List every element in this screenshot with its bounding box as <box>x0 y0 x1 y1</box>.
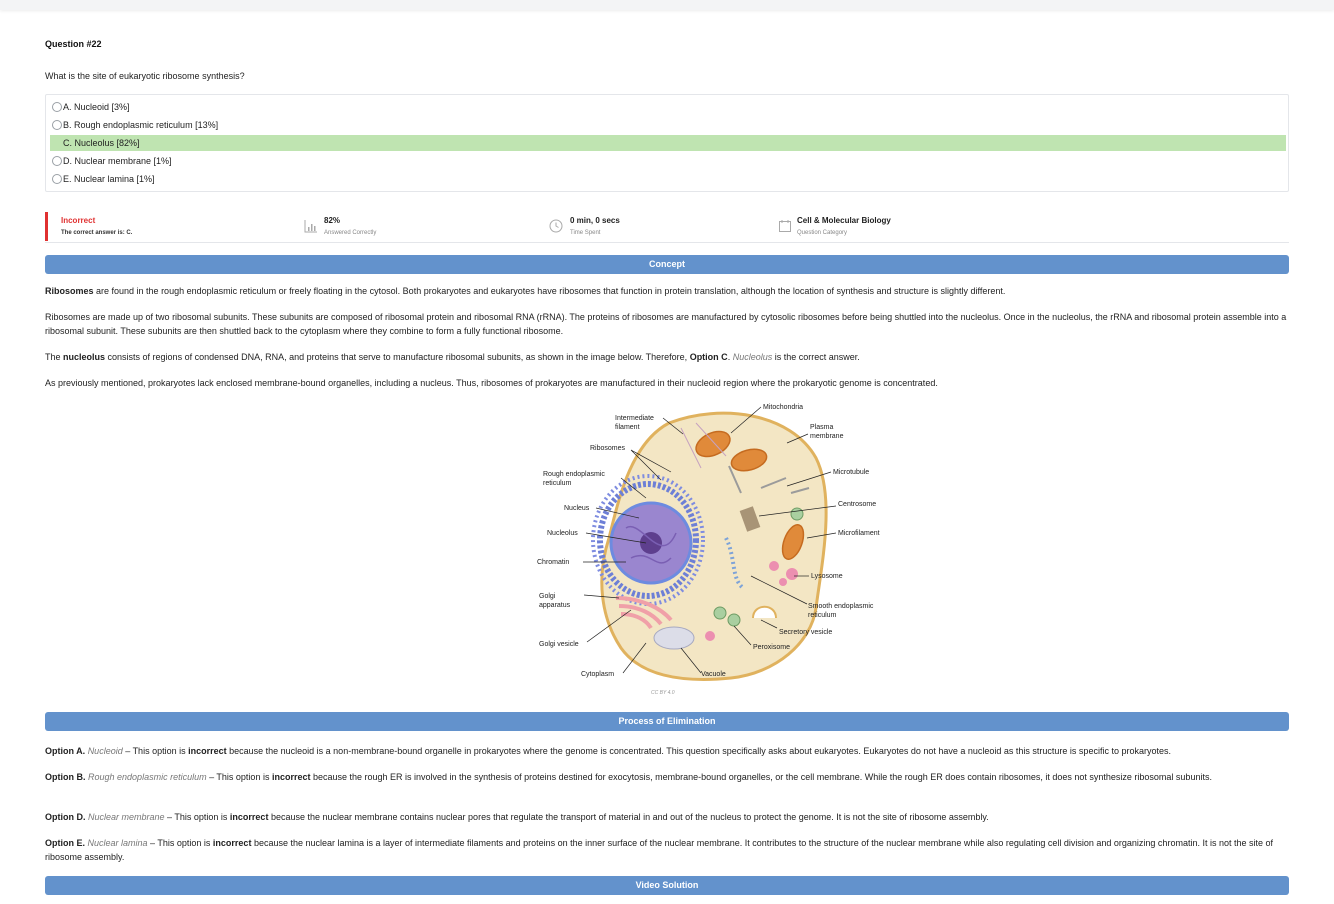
option-term: Rough endoplasmic reticulum <box>88 772 207 782</box>
incorrect-indicator <box>45 212 48 241</box>
concept-paragraph-1: Ribosomes are found in the rough endopla… <box>45 284 1289 298</box>
text: – This option is <box>147 838 213 848</box>
option-label: D. Nuclear membrane [1%] <box>63 156 172 166</box>
text: because the nuclear membrane contains nu… <box>268 812 989 822</box>
calendar-icon <box>779 220 791 232</box>
question-text: What is the site of eukaryotic ribosome … <box>45 71 245 81</box>
label-golgi-vesicle: Golgi vesicle <box>539 641 579 648</box>
label-rough-er-2: reticulum <box>543 480 572 487</box>
eukaryotic-cell-diagram: Mitochondria Intermediate filament Plasm… <box>537 404 880 681</box>
text: because the rough ER is involved in the … <box>310 772 1212 782</box>
option-label: Option E. <box>45 838 85 848</box>
answer-term: Nucleolus <box>732 352 773 362</box>
text: are found in the rough endoplasmic retic… <box>93 286 1006 296</box>
label-nucleolus: Nucleolus <box>547 530 578 537</box>
answer-options: A. Nucleoid [3%] B. Rough endoplasmic re… <box>45 94 1289 192</box>
label-cytoplasm: Cytoplasm <box>581 671 614 678</box>
text: – This option is <box>164 812 230 822</box>
option-label: E. Nuclear lamina [1%] <box>63 174 155 184</box>
ribosomes-term: Ribosomes <box>45 286 94 296</box>
option-label: Option B. <box>45 772 86 782</box>
label-intermediate-filament: Intermediate <box>615 415 654 422</box>
label-golgi-apparatus-2: apparatus <box>539 602 571 609</box>
label-centrosome: Centrosome <box>838 501 876 508</box>
option-e[interactable]: E. Nuclear lamina [1%] <box>50 171 1286 187</box>
text: – This option is <box>122 746 189 756</box>
text: The <box>45 352 64 362</box>
label-ribosomes: Ribosomes <box>590 445 626 452</box>
concept-heading[interactable]: Concept <box>45 255 1289 274</box>
concept-paragraph-2: Ribosomes are made up of two ribosomal s… <box>45 312 1287 336</box>
label-smooth-er-2: reticulum <box>808 612 837 619</box>
label-vacuole: Vacuole <box>701 671 726 678</box>
result-stats: Incorrect The correct answer is: C. 82% … <box>45 212 1289 243</box>
label-plasma-membrane: Plasma <box>810 424 833 431</box>
concept-paragraph-3: The nucleolus consists of regions of con… <box>45 350 1289 364</box>
option-label: Option A. <box>45 746 86 756</box>
time-label: Time Spent <box>570 230 601 236</box>
question-category: Cell & Molecular Biology <box>797 216 891 225</box>
label-intermediate-filament-2: filament <box>615 424 640 431</box>
text: consists of regions of condensed DNA, RN… <box>105 352 690 362</box>
option-label: A. Nucleoid [3%] <box>63 102 130 112</box>
question-number: Question #22 <box>45 39 102 49</box>
verdict: incorrect <box>212 838 252 848</box>
category-label: Question Category <box>797 230 848 236</box>
option-term: Nuclear lamina <box>87 838 148 848</box>
elimination-option-a: Option A. Nucleoid – This option is inco… <box>45 744 1289 758</box>
video-solution-heading[interactable]: Video Solution <box>45 876 1289 895</box>
correct-answer-note: The correct answer is: C. <box>61 230 133 236</box>
verdict: incorrect <box>188 746 227 756</box>
elimination-option-b: Option B. Rough endoplasmic reticulum – … <box>45 770 1289 784</box>
radio-button[interactable] <box>52 102 62 112</box>
verdict: incorrect <box>271 772 311 782</box>
radio-button[interactable] <box>52 156 62 166</box>
label-smooth-er: Smooth endoplasmic <box>808 603 874 610</box>
option-a[interactable]: A. Nucleoid [3%] <box>50 99 1286 115</box>
label-rough-er: Rough endoplasmic <box>543 471 605 478</box>
label-microtubule: Microtubule <box>833 469 869 476</box>
result-status: Incorrect <box>61 216 96 225</box>
label-mitochondria: Mitochondria <box>763 404 803 411</box>
label-secretory-vesicle: Secretory vesicle <box>779 629 832 636</box>
percent-label: Answered Correctly <box>324 230 377 236</box>
label-microfilament: Microfilament <box>838 530 880 537</box>
text: is the correct answer. <box>772 352 860 362</box>
nucleolus-term: nucleolus <box>63 352 106 362</box>
option-label: Option D. <box>45 812 86 822</box>
option-c-correct[interactable]: C. Nucleolus [82%] <box>50 135 1286 151</box>
bar-chart-icon <box>304 220 317 233</box>
elimination-heading[interactable]: Process of Elimination <box>45 712 1289 731</box>
option-label: B. Rough endoplasmic reticulum [13%] <box>63 120 219 130</box>
label-nucleus: Nucleus <box>564 505 590 512</box>
radio-button[interactable] <box>52 120 62 130</box>
option-term: Nuclear membrane <box>88 812 165 822</box>
concept-paragraph-4: As previously mentioned, prokaryotes lac… <box>45 378 938 388</box>
label-chromatin: Chromatin <box>537 559 569 566</box>
time-spent: 0 min, 0 secs <box>570 216 620 225</box>
option-label: C. Nucleolus [82%] <box>63 138 140 148</box>
label-golgi-apparatus: Golgi <box>539 593 556 600</box>
option-d[interactable]: D. Nuclear membrane [1%] <box>50 153 1286 169</box>
image-credit: CC BY 4.0 <box>651 690 675 696</box>
elimination-option-d: Option D. Nuclear membrane – This option… <box>45 810 1289 824</box>
label-peroxisome: Peroxisome <box>753 644 790 651</box>
verdict: incorrect <box>229 812 269 822</box>
radio-button[interactable] <box>52 174 62 184</box>
label-lysosome: Lysosome <box>811 573 843 580</box>
text: – This option is <box>206 772 272 782</box>
elimination-option-e: Option E. Nuclear lamina – This option i… <box>45 836 1289 864</box>
top-bar <box>0 0 1334 10</box>
option-ref: Option C <box>689 352 728 362</box>
option-b[interactable]: B. Rough endoplasmic reticulum [13%] <box>50 117 1286 133</box>
clock-icon <box>549 219 563 233</box>
percent-correct: 82% <box>324 216 341 225</box>
option-term: Nucleoid <box>87 746 123 756</box>
label-plasma-membrane-2: membrane <box>810 433 844 440</box>
text: because the nucleoid is a non-membrane-b… <box>226 746 1171 756</box>
